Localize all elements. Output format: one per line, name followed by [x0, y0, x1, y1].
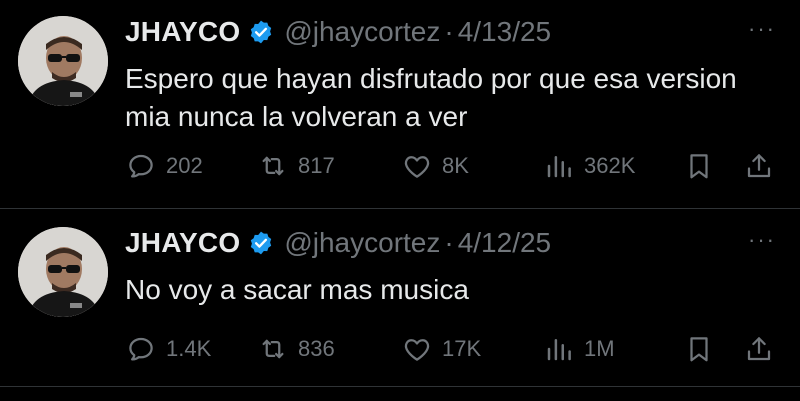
- tweet-divider: [0, 386, 800, 387]
- heart-icon: [404, 339, 430, 361]
- more-options-icon[interactable]: ···: [742, 14, 782, 44]
- username-handle[interactable]: @jhaycortez: [284, 16, 440, 48]
- bookmark-button[interactable]: [684, 148, 714, 184]
- separator-dot: ·: [444, 227, 454, 258]
- tweet-text: Espero que hayan disfrutado por que esa …: [125, 63, 737, 132]
- reply-button[interactable]: 1.4K: [126, 331, 211, 367]
- separator-dot: ·: [444, 16, 454, 47]
- verified-badge-icon: [248, 230, 274, 256]
- share-icon: [747, 154, 771, 178]
- display-name[interactable]: JHAYCO: [125, 227, 240, 259]
- share-icon: [747, 337, 771, 361]
- like-count: 8K: [442, 153, 469, 178]
- share-button[interactable]: [744, 148, 774, 184]
- reply-icon: [129, 337, 153, 361]
- views-count: 362K: [584, 153, 636, 178]
- tweet-header: JHAYCO @jhaycortez · 4/12/25: [125, 223, 551, 263]
- retweet-icon: [262, 339, 284, 359]
- views-chart-icon: [547, 156, 571, 178]
- avatar[interactable]: [18, 227, 108, 317]
- avatar[interactable]: [18, 16, 108, 106]
- display-name[interactable]: JHAYCO: [125, 16, 240, 48]
- retweet-button[interactable]: 836: [258, 331, 335, 367]
- tweet-header: JHAYCO @jhaycortez · 4/13/25: [125, 12, 551, 52]
- views-button[interactable]: 362K: [544, 148, 635, 184]
- tweet-date[interactable]: 4/13/25: [458, 16, 551, 48]
- tweet-actions: 1.4K 836 17K 1M: [0, 331, 800, 367]
- bookmark-button[interactable]: [684, 331, 714, 367]
- retweet-button[interactable]: 817: [258, 148, 335, 184]
- retweet-count: 836: [298, 336, 335, 361]
- bookmark-icon: [690, 154, 708, 179]
- tweet-date[interactable]: 4/12/25: [458, 227, 551, 259]
- more-options-icon[interactable]: ···: [742, 225, 782, 255]
- reply-button[interactable]: 202: [126, 148, 203, 184]
- reply-count: 1.4K: [166, 336, 212, 361]
- tweet[interactable]: JHAYCO @jhaycortez · 4/13/25 ··· Espero …: [0, 0, 800, 190]
- like-button[interactable]: 8K: [402, 148, 469, 184]
- tweet-actions: 202 817 8K 362K: [0, 148, 800, 184]
- tweet[interactable]: JHAYCO @jhaycortez · 4/12/25 ··· No voy …: [0, 211, 800, 401]
- retweet-icon: [262, 156, 284, 176]
- retweet-count: 817: [298, 153, 335, 178]
- views-count: 1M: [584, 336, 615, 361]
- tweet-text: No voy a sacar mas musica: [125, 274, 469, 305]
- heart-icon: [404, 156, 430, 178]
- reply-icon: [129, 154, 153, 178]
- like-count: 17K: [442, 336, 482, 361]
- tweet-divider: [0, 208, 800, 209]
- username-handle[interactable]: @jhaycortez: [284, 227, 440, 259]
- like-button[interactable]: 17K: [402, 331, 481, 367]
- bookmark-icon: [690, 337, 708, 362]
- reply-count: 202: [166, 153, 203, 178]
- verified-badge-icon: [248, 19, 274, 45]
- views-chart-icon: [547, 339, 571, 361]
- share-button[interactable]: [744, 331, 774, 367]
- views-button[interactable]: 1M: [544, 331, 615, 367]
